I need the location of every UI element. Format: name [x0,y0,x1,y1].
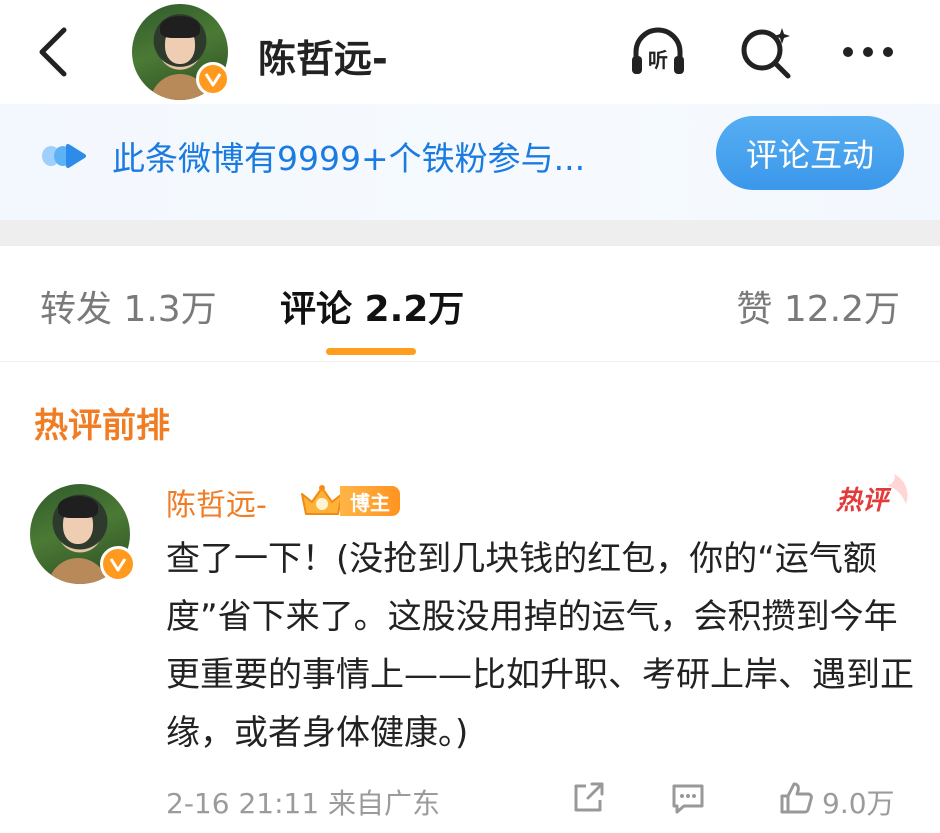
top-bar: 陈哲远- 听 [0,0,940,104]
section-divider [0,220,940,246]
reply-icon[interactable] [668,778,708,818]
verified-badge-icon [100,546,136,582]
search-icon[interactable] [734,20,798,84]
listen-icon[interactable]: 听 [626,20,690,84]
share-icon[interactable] [568,778,608,818]
comment-text: 查了一下！(没抢到几块钱的红包，你的“运气额度”省下来了。这股没用掉的运气，会积… [166,539,914,753]
blogger-badge-label: 博主 [340,486,400,516]
back-icon [39,27,67,77]
banner-text: 此条微博有9999+个铁粉参与... [112,139,586,178]
comment-meta: 2-16 21:11 来自广东 [166,787,441,820]
like-count: 9.0万 [822,787,895,820]
banner-logo-icon [42,144,86,168]
fan-participation-banner[interactable]: 此条微博有9999+个铁粉参与... 评论互动 [0,104,940,220]
comment-interaction-button[interactable]: 评论互动 [716,116,904,190]
hot-comment-badge: 热评 [836,470,916,520]
page-title[interactable]: 陈哲远- [258,28,388,83]
author-badge: 博主 [298,482,400,520]
listen-label: 听 [648,48,668,72]
tab-repost[interactable]: 转发 1.3万 [40,280,217,332]
comment-author[interactable]: 陈哲远- [166,480,267,524]
tab-comment[interactable]: 评论 2.2万 [280,280,464,332]
active-tab-indicator [326,348,416,355]
crown-icon [301,485,343,515]
post-tabs: 转发 1.3万 评论 2.2万 赞 12.2万 [0,246,940,362]
verified-badge-icon [196,62,230,96]
hot-comments-heading: 热评前排 [34,406,170,446]
like-icon[interactable] [776,778,816,818]
comment-avatar[interactable] [30,484,136,588]
comment-footer: 2-16 21:11 来自广东 9.0万 [166,778,926,822]
back-button[interactable] [30,20,78,84]
hot-comment-label: 热评 [836,486,889,516]
tab-like[interactable]: 赞 12.2万 [736,280,900,332]
more-icon[interactable] [836,20,900,84]
profile-avatar[interactable] [132,4,230,100]
